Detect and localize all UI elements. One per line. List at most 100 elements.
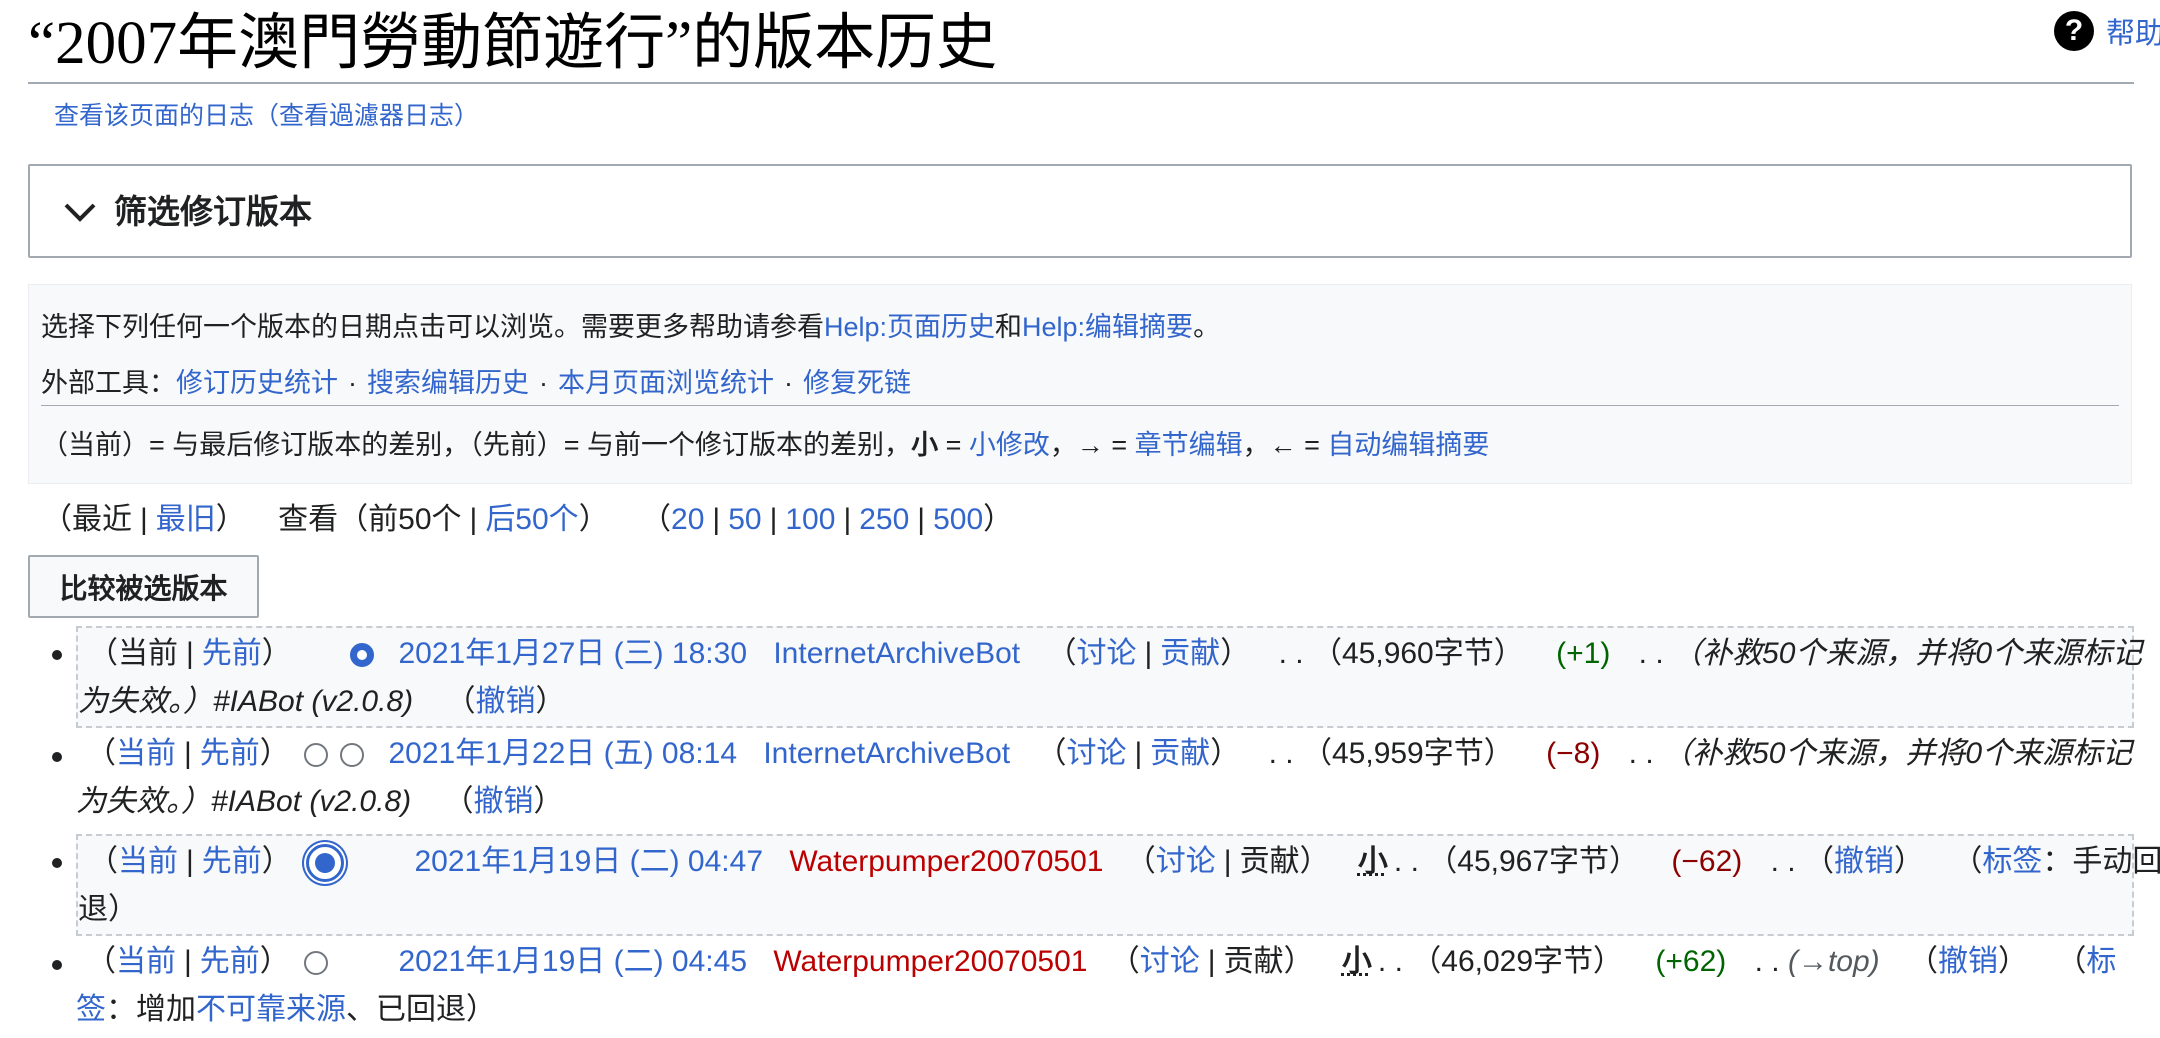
compare-revisions-button[interactable]: 比较被选版本 xyxy=(28,555,259,618)
user-talk-link[interactable]: 讨论 xyxy=(1156,845,1216,878)
pipe: | xyxy=(917,503,926,536)
user-link[interactable]: InternetArchiveBot xyxy=(763,737,1010,770)
revision-radio-new[interactable] xyxy=(340,743,365,768)
edit-summary: (→top) xyxy=(1787,945,1880,978)
and-text: 和 xyxy=(995,312,1023,342)
legend-minor-link[interactable]: 小修改 xyxy=(969,430,1050,460)
undo-link[interactable]: 撤销 xyxy=(1938,945,1998,978)
paren: （ xyxy=(641,503,672,536)
revision-radio-new[interactable] xyxy=(350,643,375,668)
limit-20-link[interactable]: 20 xyxy=(671,503,704,536)
next50-link[interactable]: 后50个 xyxy=(485,503,578,536)
view-log-link[interactable]: 查看该页面的日志 xyxy=(54,102,254,130)
cur-diff-link[interactable]: 当前 xyxy=(116,737,176,770)
separator: . . xyxy=(1377,945,1403,978)
separator-dot: · xyxy=(784,368,793,398)
instructions-text: 选择下列任何一个版本的日期点击可以浏览。需要更多帮助请参看 xyxy=(41,312,824,342)
user-talk-link[interactable]: 讨论 xyxy=(1076,637,1136,670)
revision-size: 46,029字节 xyxy=(1441,945,1594,978)
period-text: 。 xyxy=(1193,312,1221,342)
tool-search-history[interactable]: 搜索编辑历史 xyxy=(367,368,529,398)
legend-auto-summary-link[interactable]: 自动编辑摘要 xyxy=(1327,430,1489,460)
revision-radio-old[interactable] xyxy=(306,844,345,883)
legend-arrow-left: ，← = xyxy=(1242,430,1328,460)
undo-link[interactable]: 撤销 xyxy=(475,685,535,718)
latest-label: 最近 xyxy=(72,503,132,536)
edit-summary: （补救50个来源，并将0个来源标记 xyxy=(1672,637,2143,670)
revision-date-link[interactable]: 2021年1月22日 (五) 08:14 xyxy=(388,737,737,770)
limit-500-link[interactable]: 500 xyxy=(933,503,983,536)
pipe: | xyxy=(469,503,478,536)
external-tools-label: 外部工具： xyxy=(41,368,176,398)
paren: （ xyxy=(42,503,72,536)
tag-text: ：手动回 xyxy=(2042,845,2160,878)
help-edit-summary-link[interactable]: Help:编辑摘要 xyxy=(1022,312,1193,342)
separator: . . xyxy=(1754,945,1780,978)
undo-link[interactable]: 撤销 xyxy=(473,785,533,818)
revision-row-box: （当前 | 先前） 2021年1月19日 (二) 04:45 Waterpumper… xyxy=(76,945,2117,1026)
prev-diff-link[interactable]: 先前 xyxy=(200,737,260,770)
limit-250-link[interactable]: 250 xyxy=(859,503,909,536)
revision-radio-old[interactable] xyxy=(304,951,329,976)
revision-row-box: （当前 | 先前） 2021年1月22日 (五) 08:14 InternetArc… xyxy=(76,737,2133,818)
user-contribs-link[interactable]: 贡献 xyxy=(1240,845,1300,878)
separator: . . xyxy=(1268,737,1294,770)
pipe: | xyxy=(184,737,192,770)
question-circle-icon: ? xyxy=(2053,11,2094,51)
view-filter-log-link[interactable]: （查看過濾器日志） xyxy=(254,102,479,130)
help-link[interactable]: ? 帮助 xyxy=(2053,10,2160,52)
revision-radio-old[interactable] xyxy=(304,743,329,768)
tool-pageviews[interactable]: 本月页面浏览统计 xyxy=(558,368,774,398)
user-link[interactable]: Waterpumper20070501 xyxy=(773,945,1087,978)
pipe: | xyxy=(1207,945,1216,978)
legend-section-link[interactable]: 章节编辑 xyxy=(1135,430,1243,460)
help-label[interactable]: 帮助 xyxy=(2106,10,2160,52)
revision-date-link[interactable]: 2021年1月19日 (二) 04:45 xyxy=(398,945,747,978)
revision-date-link[interactable]: 2021年1月27日 (三) 18:30 xyxy=(398,637,747,670)
prev-diff-link[interactable]: 先前 xyxy=(202,845,262,878)
user-talk-link[interactable]: 讨论 xyxy=(1066,737,1126,770)
limit-50-link[interactable]: 50 xyxy=(728,503,761,536)
paren: ） xyxy=(578,503,609,536)
divider xyxy=(41,405,2119,406)
pipe: | xyxy=(184,945,192,978)
legend-arrow-right: ，→ = xyxy=(1049,430,1135,460)
filter-revisions-panel[interactable]: 筛选修订版本 xyxy=(28,164,2132,258)
cur-diff-link[interactable]: 当前 xyxy=(118,845,178,878)
separator: . . xyxy=(1393,845,1419,878)
pipe: | xyxy=(140,503,148,536)
pipe: | xyxy=(186,845,194,878)
tool-fix-dead-links[interactable]: 修复死链 xyxy=(803,368,911,398)
list-bullet xyxy=(52,858,62,868)
user-contribs-link[interactable]: 贡献 xyxy=(1224,945,1284,978)
pipe: | xyxy=(1134,737,1143,770)
separator-dot: · xyxy=(348,368,357,398)
size-diff: +1 xyxy=(1566,637,1601,670)
edit-summary-cont: 为失效。）#IABot (v2.0.8) xyxy=(78,685,414,718)
legend-equals: = xyxy=(938,430,969,460)
user-talk-link[interactable]: 讨论 xyxy=(1140,945,1200,978)
view-label: 查看（ xyxy=(278,503,369,536)
tag-text-cont: 退） xyxy=(78,893,138,926)
list-bullet xyxy=(52,752,62,762)
tool-revision-stats[interactable]: 修订历史统计 xyxy=(176,368,338,398)
prev-diff-link[interactable]: 先前 xyxy=(202,637,262,670)
help-page-history-link[interactable]: Help:页面历史 xyxy=(824,312,995,342)
oldest-link[interactable]: 最旧 xyxy=(156,503,216,536)
prev-diff-link[interactable]: 先前 xyxy=(200,945,260,978)
external-tools: 外部工具：修订历史统计 · 搜索编辑历史 · 本月页面浏览统计 · 修复死链 xyxy=(41,361,911,400)
user-contribs-link[interactable]: 贡献 xyxy=(1150,737,1210,770)
user-link[interactable]: InternetArchiveBot xyxy=(773,637,1020,670)
user-contribs-link[interactable]: 贡献 xyxy=(1160,637,1220,670)
tags-link[interactable]: 标签 xyxy=(1982,845,2042,878)
revision-date-link[interactable]: 2021年1月19日 (二) 04:47 xyxy=(414,845,763,878)
limit-100-link[interactable]: 100 xyxy=(785,503,835,536)
tags-link[interactable]: 标 xyxy=(2086,945,2116,978)
cur-diff-link[interactable]: 当前 xyxy=(116,945,176,978)
user-link[interactable]: Waterpumper20070501 xyxy=(789,845,1103,878)
minor-edit-marker: 小 xyxy=(1357,845,1388,878)
pipe: | xyxy=(186,637,194,670)
prev50-label: 前50个 xyxy=(368,503,462,536)
separator: . . xyxy=(1628,737,1654,770)
undo-link[interactable]: 撤销 xyxy=(1834,845,1894,878)
